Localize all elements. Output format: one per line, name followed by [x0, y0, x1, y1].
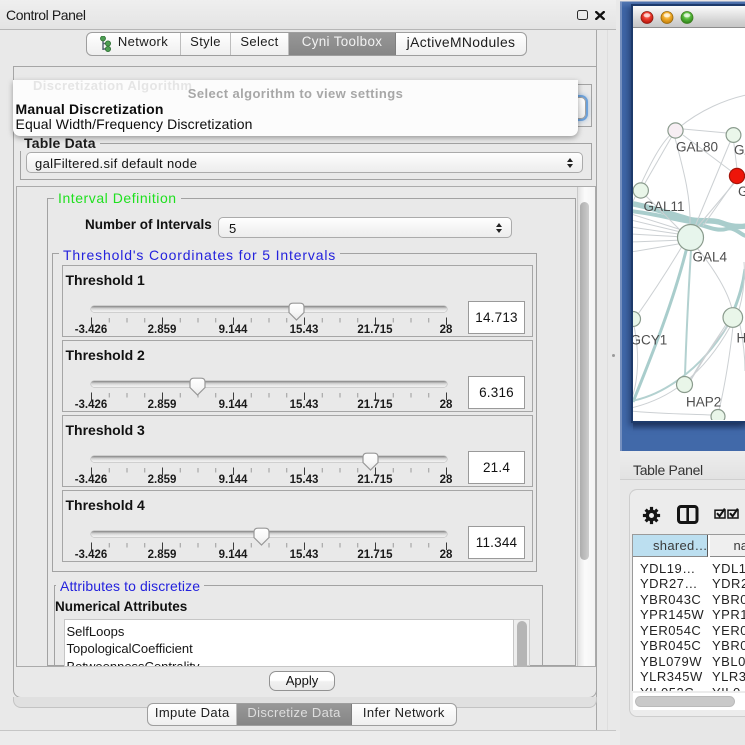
svg-text:GAL80: GAL80	[676, 140, 718, 155]
svg-text:HAP2: HAP2	[686, 395, 721, 410]
svg-text:GCY1: GCY1	[633, 333, 667, 348]
svg-text:GAL11: GAL11	[644, 199, 685, 214]
svg-text:GAL4: GAL4	[693, 250, 728, 265]
svg-text:GA: GA	[734, 143, 745, 158]
svg-text:G: G	[738, 184, 745, 199]
svg-text:H: H	[737, 331, 745, 346]
